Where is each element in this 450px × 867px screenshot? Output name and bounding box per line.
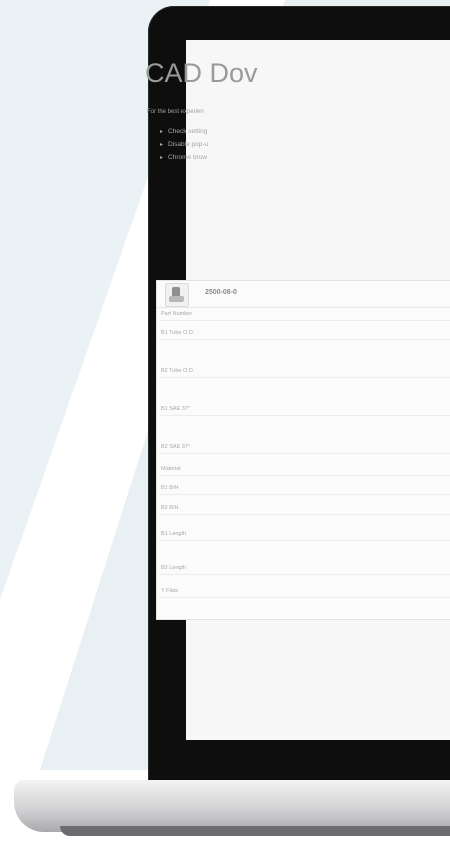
laptop-base (14, 780, 450, 832)
tip-item: Chrome brow (160, 154, 208, 167)
spec-row-b1-sae: B1 SAE 37° (159, 403, 450, 416)
part-number-heading[interactable]: 2500-08-0 (205, 289, 237, 296)
spec-row-b1-length: B1 Length (159, 528, 450, 541)
tip-item: Disable pop-u (160, 141, 208, 154)
spec-row-b1-tube-od: B1 Tube O.D. (159, 327, 450, 340)
intro-text: For the best experien (147, 109, 204, 115)
tip-item: Check setting (160, 128, 208, 141)
spec-row-y-flats: Y Flats (159, 585, 450, 598)
spec-row-part-number: Part Number (159, 308, 450, 321)
part-card: 2500-08-0 Part Number B1 Tube O.D. B2 Tu… (156, 280, 450, 620)
part-thumbnail[interactable] (165, 283, 189, 307)
spec-row-material: Material (159, 463, 450, 476)
page-title: CAD Dov (145, 58, 258, 88)
spec-row-b1-bh: B1 B/H (159, 482, 450, 495)
spec-row-b2-sae: B2 SAE 37° (159, 441, 450, 454)
spec-row-b2-bh: B2 B/H (159, 502, 450, 515)
spec-row-b2-length: B2 Length (159, 562, 450, 575)
part-card-header: 2500-08-0 (157, 281, 450, 308)
laptop-base-edge (60, 826, 450, 836)
tips-list: Check setting Disable pop-u Chrome brow (160, 128, 208, 167)
spec-row-b2-tube-od: B2 Tube O.D. (159, 365, 450, 378)
